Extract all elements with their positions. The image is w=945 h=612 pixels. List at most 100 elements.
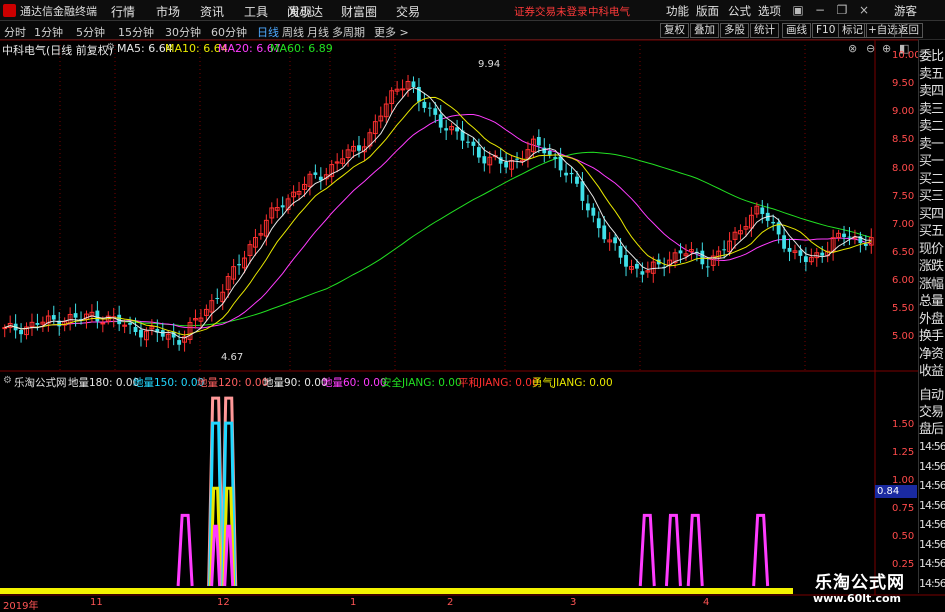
tick-time: 14:56 <box>919 518 945 531</box>
quote-field-label: 买五 <box>919 224 944 239</box>
tick-time: 14:56 <box>919 557 945 570</box>
indicator-spike-60 <box>664 513 682 587</box>
price-tick: 10.00 <box>892 50 921 61</box>
x-tick: 4 <box>703 597 710 608</box>
candle-body-down <box>842 233 846 238</box>
quote-field-label: 卖二 <box>919 119 944 134</box>
kline-chart[interactable] <box>0 0 945 609</box>
watermark-url: www.60lt.com <box>813 592 902 605</box>
indicator-spikes <box>176 396 770 587</box>
ma20-path <box>4 114 872 330</box>
quote-field-label: 涨跌 <box>919 259 944 274</box>
candle-body-down <box>536 136 541 146</box>
candle-body-down <box>95 310 100 322</box>
quote-field-label: 现价 <box>919 241 944 257</box>
candle-body-down <box>640 271 645 275</box>
candle-body-down <box>19 329 23 335</box>
quote-sidebar: 委比 卖五 卖四 卖三 卖二 卖一 买一 买二 买三 买四 买五 现价 涨跌 涨幅 总量 外盘 换手 净资 收益 自动… <box>918 40 945 593</box>
indicator-value: 地量120: 0.00 <box>197 377 269 389</box>
candle-body-down <box>585 203 590 211</box>
x-axis <box>0 596 945 609</box>
indicator-tick: 0.75 <box>892 503 915 514</box>
high-price-label: 9.94 <box>478 59 501 70</box>
candle-body-down <box>760 207 765 215</box>
price-tick: 9.00 <box>892 106 915 117</box>
candle-body-down <box>847 236 852 238</box>
candle-body-down <box>177 340 182 345</box>
candle-body-down <box>73 313 78 318</box>
candle-body-down <box>564 172 568 176</box>
candle-body-down <box>787 247 792 252</box>
indicator-value: 地量180: 0.00 <box>68 377 140 389</box>
zoom-in-icon[interactable]: ⊕ <box>882 42 891 55</box>
price-tick: 5.00 <box>892 331 915 342</box>
quote-field-label: 买四 <box>919 206 944 222</box>
indicator-tick: 1.25 <box>892 447 915 458</box>
ticker-label: 中科电气(日线 前复权) <box>2 44 114 57</box>
quote-field-label: 买二 <box>919 171 944 187</box>
collapse-icon[interactable]: ⊗ <box>848 42 857 55</box>
candle-body-down <box>624 255 628 267</box>
quote-field-label: 卖五 <box>919 66 944 82</box>
candles <box>2 74 874 352</box>
price-tick: 6.50 <box>892 247 915 258</box>
quote-field-label: 外盘 <box>919 311 944 327</box>
candle-body-down <box>504 162 509 168</box>
indicator-spike-60 <box>223 524 235 587</box>
tick-time: 14:56 <box>919 459 945 473</box>
indicator-settings-icon[interactable]: ⚙ <box>3 375 12 386</box>
candle-body-down <box>471 141 476 146</box>
candle-body-down <box>444 128 449 131</box>
candle-body-down <box>280 205 285 208</box>
ma5-path <box>4 86 872 339</box>
candle-body-down <box>215 297 220 300</box>
indicator-name[interactable]: 乐淘公式网 <box>14 375 67 390</box>
x-tick: 2 <box>447 597 454 608</box>
candle-body-down <box>313 172 318 175</box>
zoom-out-icon[interactable]: ⊖ <box>866 42 875 55</box>
candle-body-down <box>160 330 165 337</box>
quote-field-label: 收益 <box>919 364 944 379</box>
ma20-line <box>4 114 872 330</box>
candle-body-down <box>35 322 40 325</box>
candle-body-down <box>427 107 432 109</box>
quote-field-label: 卖一 <box>919 136 944 152</box>
quote-field-label: 换手 <box>919 329 944 344</box>
low-price-label: 4.67 <box>221 352 244 363</box>
current-indicator-value: 0.84 <box>875 485 917 498</box>
quote-field-label: 涨幅 <box>919 276 944 292</box>
tick-time: 14:56 <box>919 576 945 590</box>
trade-panel-label[interactable]: 盘后 <box>919 418 945 437</box>
candle-body-down <box>357 145 361 151</box>
candle-body-down <box>569 172 574 175</box>
candle-body-up <box>400 88 405 91</box>
candle-body-down <box>482 156 487 164</box>
indicator-value: 地量90: 0.00 <box>263 377 328 389</box>
candle-body-down <box>771 221 776 224</box>
candle-body-down <box>542 147 547 154</box>
candle-body-down <box>602 225 607 240</box>
quote-field-label: 卖四 <box>919 84 944 99</box>
x-tick: 2019年 <box>3 601 39 612</box>
tick-time: 14:56 <box>919 537 945 551</box>
price-tick: 9.50 <box>892 78 915 89</box>
price-tick: 7.50 <box>892 191 915 202</box>
quote-field-label: 买三 <box>919 189 944 204</box>
candle-body-down <box>700 250 705 265</box>
settings-icon[interactable]: ⚙ <box>106 42 115 53</box>
indicator-tick: 1.50 <box>892 419 915 430</box>
quote-field-label: 买一 <box>919 154 944 169</box>
candle-body-down <box>128 322 132 325</box>
candle-body-down <box>722 249 727 251</box>
candle-body-down <box>51 315 56 320</box>
indicator-spike-60 <box>686 513 704 587</box>
tick-time: 14:56 <box>919 498 945 512</box>
candle-body-down <box>820 252 825 256</box>
candle-body-down <box>515 158 519 160</box>
candle-body-down <box>237 264 241 266</box>
candle-body-up <box>100 322 106 325</box>
ma10-line <box>4 96 872 336</box>
quote-field-label: 卖三 <box>919 101 944 117</box>
indicator-value: 安全JIANG: 0.00 <box>381 377 462 389</box>
candle-body-down <box>466 141 470 143</box>
